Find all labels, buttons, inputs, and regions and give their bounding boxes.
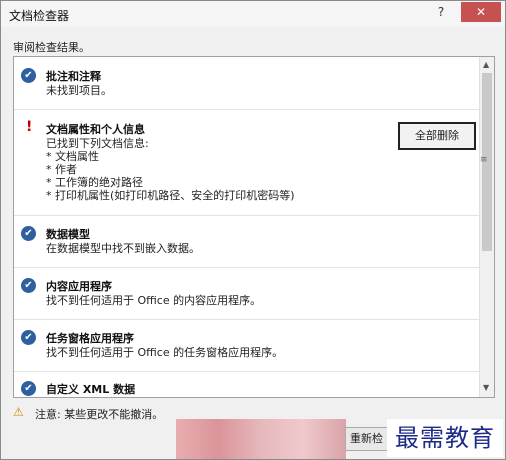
- section-taskpane-apps: ✔ 任务窗格应用程序 找不到任何适用于 Office 的任务窗格应用程序。: [14, 319, 479, 372]
- scroll-grip-icon: ≡: [480, 155, 488, 165]
- close-icon[interactable]: ✕: [461, 2, 501, 22]
- watermark-logo: 最需教育: [387, 419, 503, 457]
- section-desc: 在数据模型中找不到嵌入数据。: [46, 242, 200, 255]
- section-title: 文档属性和个人信息: [46, 123, 145, 136]
- dialog-title: 文档检查器: [9, 9, 70, 23]
- section-comments: ✔ 批注和注释 未找到项目。: [14, 57, 479, 110]
- desc-line: * 作者: [46, 163, 77, 176]
- desc-line: * 打印机属性(如打印机路径、安全的打印机密码等): [46, 189, 295, 202]
- warning-triangle-icon: ⚠: [13, 405, 24, 419]
- results-list: ✔ 批注和注释 未找到项目。 ! 文档属性和个人信息 已找到下列文档信息: * …: [13, 56, 495, 398]
- remove-all-button[interactable]: 全部删除: [398, 122, 476, 150]
- check-icon: ✔: [21, 330, 36, 345]
- review-header: 审阅检查结果。: [13, 41, 90, 54]
- section-custom-xml: ✔ 自定义 XML 数据: [14, 371, 479, 397]
- section-data-model: ✔ 数据模型 在数据模型中找不到嵌入数据。: [14, 215, 479, 268]
- section-title: 批注和注释: [46, 70, 101, 83]
- scroll-up-icon[interactable]: ▲: [483, 60, 489, 69]
- check-icon: ✔: [21, 278, 36, 293]
- section-content-apps: ✔ 内容应用程序 找不到任何适用于 Office 的内容应用程序。: [14, 267, 479, 320]
- warning-icon: !: [26, 119, 33, 135]
- scroll-down-icon[interactable]: ▼: [483, 383, 489, 392]
- desc-line: * 文档属性: [46, 150, 99, 163]
- section-desc: 未找到项目。: [46, 84, 112, 97]
- section-document-properties: ! 文档属性和个人信息 已找到下列文档信息: * 文档属性 * 作者 * 工作簿…: [14, 109, 479, 216]
- section-title: 任务窗格应用程序: [46, 332, 134, 345]
- document-inspector-dialog: 文档检查器 ? ✕ 审阅检查结果。 ✔ 批注和注释 未找到项目。 ! 文档属性和…: [0, 0, 506, 460]
- desc-line: 已找到下列文档信息:: [46, 137, 149, 150]
- section-desc: 找不到任何适用于 Office 的任务窗格应用程序。: [46, 346, 284, 359]
- section-title: 数据模型: [46, 228, 90, 241]
- section-title: 内容应用程序: [46, 280, 112, 293]
- vertical-scrollbar[interactable]: ▲ ≡ ▼: [479, 57, 494, 397]
- help-icon[interactable]: ?: [429, 2, 453, 22]
- check-icon: ✔: [21, 68, 36, 83]
- desc-line: * 工作簿的绝对路径: [46, 176, 143, 189]
- check-icon: ✔: [21, 381, 36, 396]
- check-icon: ✔: [21, 226, 36, 241]
- footer-note: 注意: 某些更改不能撤消。: [35, 408, 164, 421]
- section-title: 自定义 XML 数据: [46, 383, 136, 396]
- title-bar: 文档检查器 ? ✕: [1, 1, 505, 27]
- section-desc: 已找到下列文档信息: * 文档属性 * 作者 * 工作簿的绝对路径 * 打印机属…: [46, 137, 295, 202]
- section-desc: 找不到任何适用于 Office 的内容应用程序。: [46, 294, 262, 307]
- blurred-region: [176, 419, 346, 459]
